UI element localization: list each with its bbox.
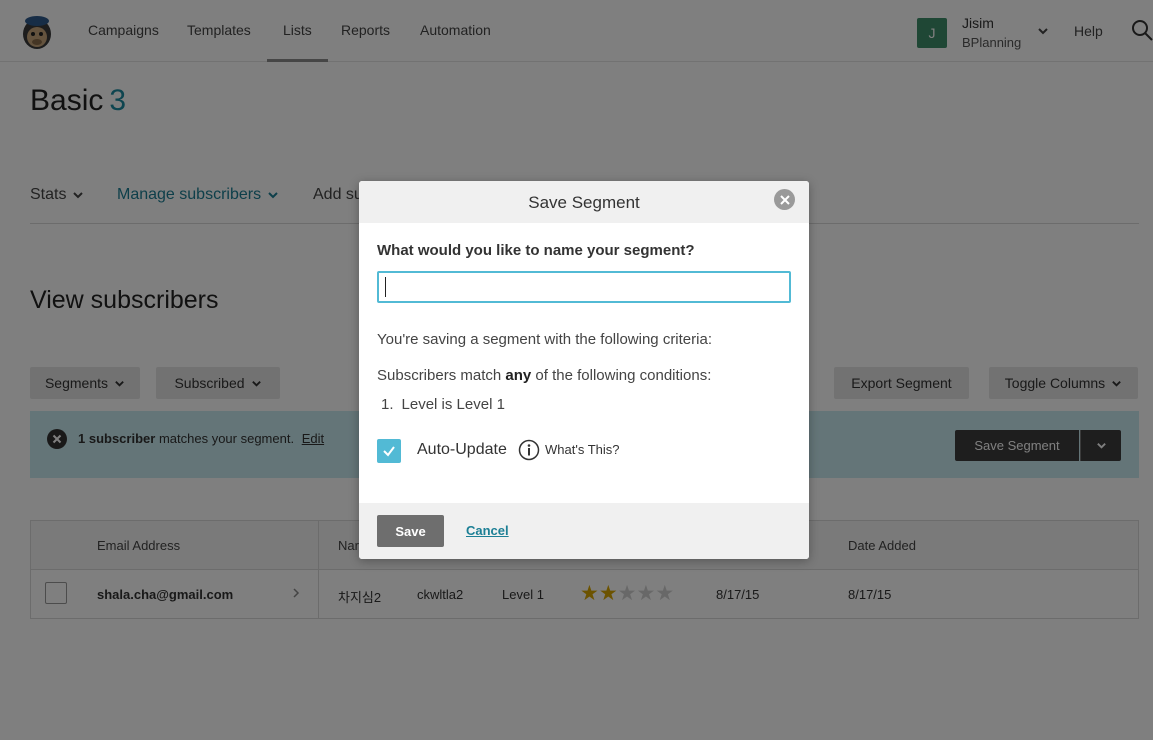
whats-this-link[interactable]: What's This? (545, 442, 620, 457)
modal-footer: Save Cancel (359, 503, 809, 559)
close-icon (779, 194, 790, 205)
match-line: Subscribers match any of the following c… (377, 367, 711, 384)
match-word: any (505, 367, 532, 384)
auto-update-checkbox[interactable] (377, 439, 401, 463)
cancel-link[interactable]: Cancel (466, 523, 509, 538)
checkmark-icon (383, 446, 395, 457)
modal-title: Save Segment (528, 193, 640, 212)
condition-item: 1. Level is Level 1 (381, 396, 505, 413)
text-caret (385, 277, 386, 297)
segment-name-input[interactable] (377, 271, 791, 303)
info-icon[interactable] (518, 439, 540, 461)
condition-number: 1. (381, 396, 394, 413)
save-segment-modal: Save Segment What would you like to name… (359, 181, 809, 559)
match-prefix: Subscribers match (377, 367, 502, 384)
condition-text: Level is Level 1 (401, 396, 505, 413)
auto-update-label[interactable]: Auto-Update (417, 441, 507, 459)
save-button[interactable]: Save (377, 515, 444, 547)
segment-name-label: What would you like to name your segment… (377, 242, 695, 259)
modal-header: Save Segment (359, 181, 809, 223)
match-suffix: of the following conditions: (535, 367, 712, 384)
criteria-intro: You're saving a segment with the followi… (377, 331, 712, 348)
modal-close-button[interactable] (774, 189, 795, 210)
